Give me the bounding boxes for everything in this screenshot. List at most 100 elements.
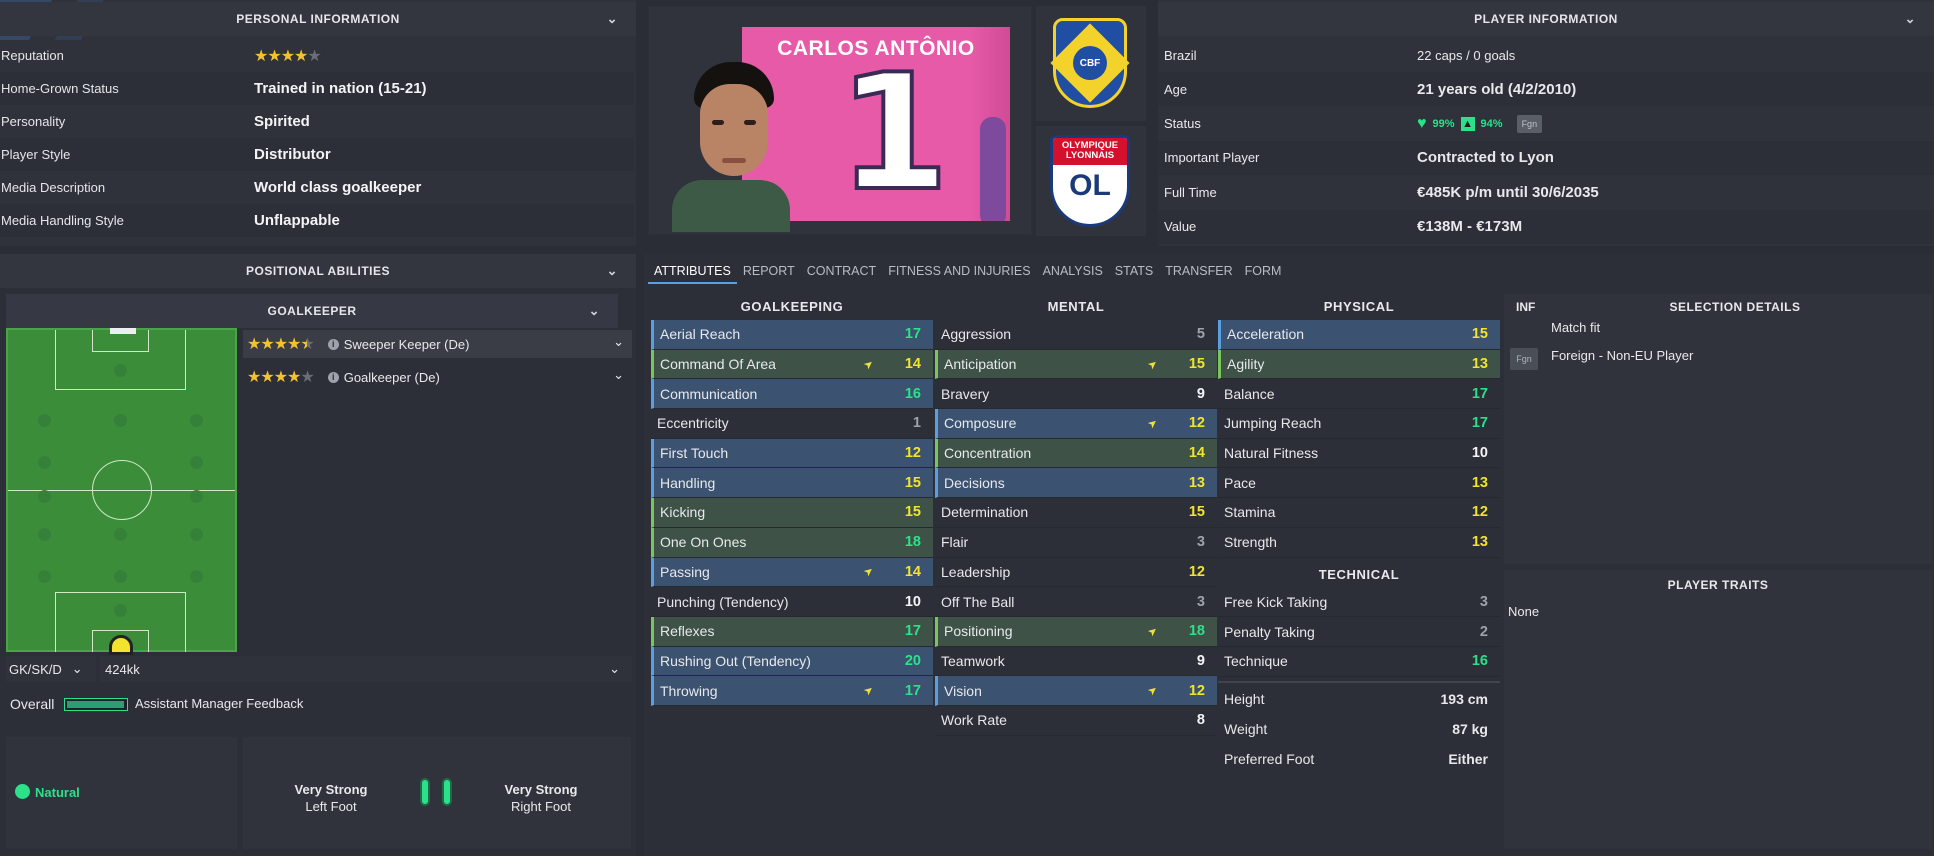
empty-star-icon: ★: [300, 369, 314, 386]
chevron-down-icon[interactable]: ⌄: [589, 303, 600, 319]
attribute-name: Anticipation: [944, 356, 1017, 373]
natural-dot-icon: [15, 784, 30, 799]
chevron-down-icon[interactable]: ⌄: [607, 263, 618, 279]
attribute-name: One On Ones: [660, 534, 747, 551]
attribute-name: Communication: [660, 385, 758, 402]
body-value: 193 cm: [1440, 691, 1488, 708]
attribute-value: 15: [904, 504, 921, 521]
personal-row-value: World class goalkeeper: [254, 179, 422, 196]
attribute-value: 18: [1188, 623, 1205, 640]
personal-row: Media Description World class goalkeeper: [0, 171, 634, 204]
attribute-row: Leadership 12: [935, 558, 1217, 588]
traits-value: None: [1508, 604, 1540, 619]
body-label: Weight: [1224, 721, 1268, 738]
attribute-name: Decisions: [944, 474, 1005, 491]
attribute-name: Off The Ball: [941, 593, 1015, 610]
goalkeeping-heading: GOALKEEPING: [740, 299, 844, 314]
attribute-value: 12: [1188, 682, 1205, 699]
attribute-row: Decisions 13: [935, 468, 1217, 499]
player-info-row: Age 21 years old (4/2/2010): [1158, 72, 1934, 107]
left-foot-strength: Very Strong: [294, 782, 368, 797]
attribute-name: Positioning: [944, 623, 1013, 640]
attribute-row: Work Rate 8: [935, 706, 1217, 736]
player-info-value: 22 caps / 0 goals: [1417, 47, 1516, 63]
gk-position-marker: [109, 635, 133, 655]
attribute-row: Jumping Reach 17: [1218, 409, 1500, 439]
role-name: Sweeper Keeper (De): [343, 336, 470, 352]
attribute-row: Pace 13: [1218, 468, 1500, 499]
tab-contract[interactable]: CONTRACT: [801, 258, 882, 284]
body-label: Height: [1224, 691, 1265, 708]
attribute-value: 17: [904, 326, 921, 343]
tab-analysis[interactable]: ANALYSIS: [1037, 258, 1109, 284]
chevron-down-icon[interactable]: ⌄: [607, 11, 618, 27]
player-info-row: Important Player Contracted to Lyon: [1158, 140, 1934, 175]
attribute-value: 8: [1196, 712, 1205, 729]
chevron-down-icon: ⌄: [71, 661, 83, 676]
attribute-name: Work Rate: [941, 712, 1007, 729]
overall-bar: [64, 698, 128, 711]
attribute-name: Punching (Tendency): [657, 593, 789, 610]
body-row: Preferred Foot Either: [1218, 744, 1500, 774]
attribute-value: 3: [1196, 534, 1205, 551]
info-icon: i: [327, 371, 339, 383]
personal-row: Reputation ★ ★ ★ ★ ★: [0, 39, 634, 72]
role-row[interactable]: ★ ★ ★ ★ ★ i Goalkeeper (De) ⌄: [243, 363, 632, 391]
attribute-row: Passing ➤ 14: [651, 557, 933, 588]
foreign-badge: Fgn: [1510, 348, 1538, 370]
attribute-value: 12: [1471, 504, 1488, 521]
role-row[interactable]: ★ ★ ★ ★ ★ i Sweeper Keeper (De) ⌄: [243, 330, 632, 358]
position-select[interactable]: GK/SK/D ⌄: [6, 656, 96, 682]
tab-form[interactable]: FORM: [1239, 258, 1288, 284]
right-foot-strength: Very Strong: [504, 782, 578, 797]
position-select-value: GK/SK/D: [9, 661, 62, 677]
positional-header[interactable]: POSITIONAL ABILITIES ⌄: [0, 254, 636, 288]
left-foot-label: Left Foot: [305, 799, 357, 814]
attribute-name: Strength: [1224, 534, 1277, 551]
personal-info-title: PERSONAL INFORMATION: [236, 12, 400, 26]
chevron-down-icon[interactable]: ⌄: [1905, 11, 1916, 27]
attribute-row: Technique 16: [1218, 647, 1500, 677]
goalkeeper-header[interactable]: GOALKEEPER ⌄: [6, 294, 618, 328]
personal-row: Personality Spirited: [0, 105, 634, 138]
formation-select[interactable]: 424kk ⌄: [100, 656, 632, 682]
attribute-row: Aggression 5: [935, 320, 1217, 350]
attribute-row: Aerial Reach 17: [651, 320, 933, 350]
assistant-feedback-label[interactable]: Assistant Manager Feedback: [135, 696, 303, 711]
attribute-value: 17: [904, 682, 921, 699]
star-rating: ★ ★ ★ ★ ★: [247, 334, 315, 354]
chevron-down-icon[interactable]: ⌄: [613, 367, 624, 383]
tab-report[interactable]: REPORT: [737, 258, 801, 284]
attribute-value: 17: [1471, 385, 1488, 402]
tab-stats[interactable]: STATS: [1109, 258, 1159, 284]
player-info-label: Status: [1164, 116, 1201, 132]
body-value: Either: [1448, 750, 1488, 767]
position-pitch: [6, 328, 237, 655]
attribute-row: Determination 15: [935, 498, 1217, 528]
player-info-row: Value €138M - €173M: [1158, 209, 1934, 244]
traits-title: PLAYER TRAITS: [1667, 578, 1769, 592]
star-icon: ★: [280, 47, 295, 65]
attribute-value: 3: [1479, 593, 1488, 610]
personal-row-label: Media Description: [1, 180, 106, 195]
attribute-row: Strength 13: [1218, 528, 1500, 558]
personal-row: Media Handling Style Unflappable: [0, 204, 634, 237]
star-icon: ★: [287, 369, 301, 386]
personal-info-header[interactable]: PERSONAL INFORMATION ⌄: [0, 2, 636, 36]
tab-attributes[interactable]: ATTRIBUTES: [648, 258, 737, 284]
attribute-value: 14: [904, 356, 921, 373]
attribute-name: Concentration: [944, 445, 1032, 462]
chevron-down-icon[interactable]: ⌄: [613, 334, 624, 350]
attribute-name: Determination: [941, 504, 1029, 521]
tab-fitness-and-injuries[interactable]: FITNESS AND INJURIES: [882, 258, 1036, 284]
attribute-name: Handling: [660, 474, 716, 491]
tab-transfer[interactable]: TRANSFER: [1159, 258, 1238, 284]
attribute-name: Jumping Reach: [1224, 415, 1322, 432]
tab-bar: ATTRIBUTES REPORT CONTRACT FITNESS AND INJU…: [648, 258, 1287, 284]
traits-panel: [1504, 570, 1932, 849]
attribute-row: Command Of Area ➤ 14: [651, 349, 933, 380]
star-icon: ★: [254, 47, 268, 65]
personal-row-value: Spirited: [254, 113, 310, 130]
player-info-header[interactable]: PLAYER INFORMATION ⌄: [1158, 2, 1934, 36]
attribute-row: One On Ones 18: [651, 527, 933, 558]
